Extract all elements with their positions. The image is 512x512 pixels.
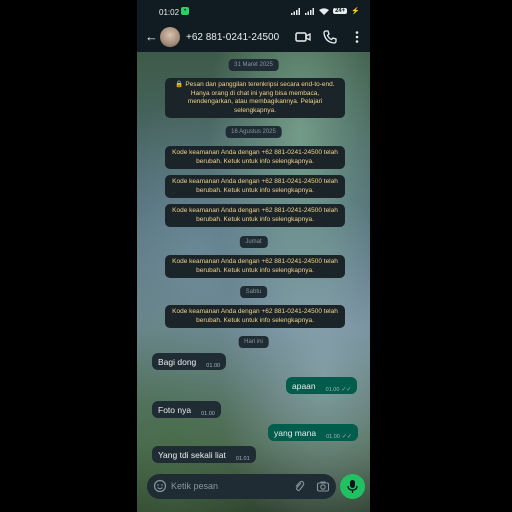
message-incoming[interactable]: Bagi dong 01.00 [152, 353, 227, 370]
message-text: Foto nya [158, 405, 192, 415]
wifi-icon [319, 7, 330, 15]
camera-icon[interactable] [316, 479, 330, 493]
charging-icon: ⚡ [351, 8, 360, 15]
message-time: 01.01 [235, 456, 250, 462]
security-code-notice[interactable]: Kode keamanan Anda dengan +62 881-0241-2… [165, 255, 345, 278]
mic-button[interactable] [340, 474, 365, 499]
mic-icon [347, 480, 358, 493]
message-text: yang mana [274, 428, 317, 438]
phone-screen: 01:02 • 24+ ⚡ ← +62 881-0241-24500 31 Ma… [137, 0, 370, 512]
chat-wallpaper [137, 52, 370, 512]
date-chip: Jumat [239, 236, 268, 248]
message-incoming[interactable]: Yang tdi sekali liat 01.01 [152, 446, 256, 463]
message-text: Bagi dong [158, 357, 197, 367]
arrow-left-icon[interactable]: ← [145, 30, 158, 44]
encryption-notice[interactable]: 🔒 Pesan dan panggilan terenkripsi secara… [165, 78, 345, 118]
message-input-bar[interactable]: Ketik pesan [147, 474, 336, 499]
date-chip: Sabtu [239, 286, 268, 298]
message-text: Yang tdi sekali liat [158, 450, 226, 460]
message-time: 01.00 [206, 363, 221, 369]
message-text: apaan [292, 381, 316, 391]
date-chip: Hari ini [238, 336, 269, 348]
status-time: 01:02 [159, 8, 180, 17]
signal-icon-2 [305, 7, 315, 15]
message-outgoing[interactable]: apaan 01.00 ✓✓ [286, 377, 358, 394]
status-bar: 01:02 • 24+ ⚡ [137, 0, 370, 24]
message-time: 01.00 [325, 387, 340, 393]
signal-icon [291, 7, 301, 15]
security-code-notice[interactable]: Kode keamanan Anda dengan +62 881-0241-2… [165, 175, 345, 198]
security-code-notice[interactable]: Kode keamanan Anda dengan +62 881-0241-2… [165, 204, 345, 227]
double-check-icon: ✓✓ [341, 387, 352, 393]
status-icons: 24+ ⚡ [291, 7, 360, 15]
double-check-icon: ✓✓ [341, 434, 352, 440]
message-incoming[interactable]: Foto nya 01.00 [152, 401, 221, 418]
security-code-notice[interactable]: Kode keamanan Anda dengan +62 881-0241-2… [165, 146, 345, 169]
message-input[interactable]: Ketik pesan [171, 481, 218, 491]
date-chip: 16 Agustus 2025 [225, 126, 282, 138]
video-icon[interactable] [295, 29, 311, 45]
message-outgoing[interactable]: yang mana 01.00 ✓✓ [268, 424, 358, 441]
message-time: 01.00 [201, 411, 215, 417]
chat-header: ← +62 881-0241-24500 [137, 24, 370, 52]
notification-icon: • [181, 7, 189, 15]
avatar[interactable] [160, 27, 180, 47]
date-chip: 31 Maret 2025 [228, 59, 279, 71]
security-code-notice[interactable]: Kode keamanan Anda dengan +62 881-0241-2… [165, 305, 345, 328]
battery-indicator: 24+ [333, 8, 348, 14]
phone-icon[interactable] [322, 29, 338, 45]
more-vert-icon[interactable] [349, 29, 365, 45]
contact-name[interactable]: +62 881-0241-24500 [186, 32, 279, 43]
message-time: 01.00 [326, 434, 340, 440]
emoji-icon[interactable] [153, 479, 167, 493]
attach-icon[interactable] [292, 479, 306, 493]
